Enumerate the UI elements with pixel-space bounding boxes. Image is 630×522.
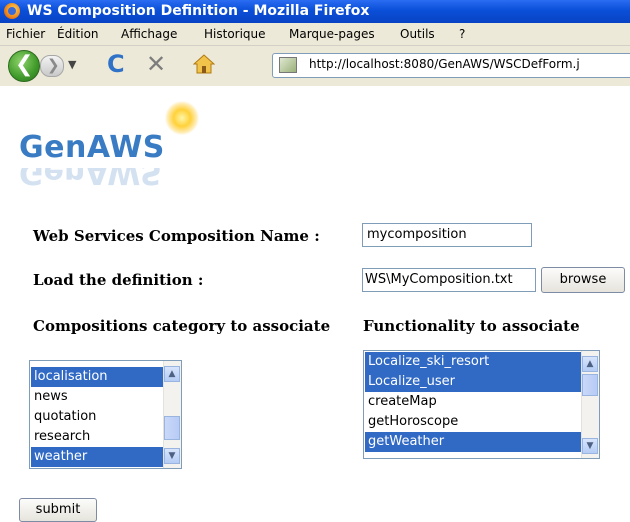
menu-fichier[interactable]: Fichier — [6, 27, 45, 41]
definition-file-input[interactable]: WS\MyComposition.txt — [362, 268, 536, 292]
load-definition-label: Load the definition : — [33, 271, 204, 289]
menu-outils[interactable]: Outils — [400, 27, 435, 41]
composition-name-input[interactable]: mycomposition — [362, 223, 532, 247]
navigation-toolbar: ❮ ❯ ▼ C ✕ http://localhost:8080/GenAWS/W… — [0, 46, 630, 86]
category-option-research[interactable]: research — [31, 427, 164, 447]
functionality-scrollbar[interactable]: ▲ ▼ — [581, 351, 599, 458]
menu-marque-pages[interactable]: Marque-pages — [289, 27, 375, 41]
scroll-down-icon[interactable]: ▼ — [582, 438, 598, 454]
stop-icon[interactable]: ✕ — [146, 50, 166, 78]
functionality-scroll-thumb[interactable] — [582, 374, 598, 396]
category-option-weather[interactable]: weather — [31, 447, 164, 467]
functionality-option-getweather[interactable]: getWeather — [365, 432, 581, 452]
functionality-option-createmap[interactable]: createMap — [365, 392, 581, 412]
sun-logo-icon — [165, 101, 199, 135]
functionality-option-gethoroscope[interactable]: getHoroscope — [365, 412, 581, 432]
menu-bar: Fichier Édition Affichage Historique Mar… — [0, 23, 630, 46]
scroll-up-icon[interactable]: ▲ — [582, 356, 598, 372]
category-option-localisation[interactable]: localisation — [31, 367, 164, 387]
forward-button[interactable]: ❯ — [40, 55, 64, 77]
url-bar[interactable]: http://localhost:8080/GenAWS/WSCDefForm.… — [272, 53, 630, 78]
page-favicon-icon — [279, 57, 297, 73]
scroll-down-icon[interactable]: ▼ — [164, 448, 180, 464]
back-button[interactable]: ❮ — [8, 50, 40, 82]
menu-help[interactable]: ? — [459, 27, 465, 41]
menu-historique[interactable]: Historique — [204, 27, 266, 41]
composition-name-label: Web Services Composition Name : — [33, 227, 320, 245]
category-scrollbar[interactable]: ▲ ▼ — [163, 361, 181, 468]
functionality-option-localize-ski-resort[interactable]: Localize_ski_resort — [365, 352, 581, 372]
reload-icon[interactable]: C — [107, 50, 125, 78]
submit-button[interactable]: submit — [19, 498, 97, 522]
url-text: http://localhost:8080/GenAWS/WSCDefForm.… — [309, 57, 580, 71]
history-dropdown-icon[interactable]: ▼ — [68, 58, 76, 71]
functionality-label: Functionality to associate — [363, 317, 580, 335]
browse-button[interactable]: browse — [541, 267, 625, 293]
firefox-icon — [4, 3, 20, 19]
logo-reflection: GenAWS — [19, 168, 162, 190]
functionality-option-localize-user[interactable]: Localize_user — [365, 372, 581, 392]
category-label: Compositions category to associate — [33, 317, 331, 335]
category-listbox[interactable]: localisation news quotation research wea… — [29, 360, 182, 469]
window-title: WS Composition Definition - Mozilla Fire… — [27, 3, 370, 19]
window-titlebar: WS Composition Definition - Mozilla Fire… — [0, 0, 630, 23]
menu-edition[interactable]: Édition — [57, 27, 99, 41]
category-option-news[interactable]: news — [31, 387, 164, 407]
back-arrow-icon: ❮ — [15, 52, 34, 77]
forward-arrow-icon: ❯ — [47, 56, 60, 74]
scroll-up-icon[interactable]: ▲ — [164, 366, 180, 382]
category-scroll-thumb[interactable] — [164, 416, 180, 440]
genaws-logo: GenAWS — [19, 130, 165, 165]
menu-affichage[interactable]: Affichage — [121, 27, 177, 41]
category-option-quotation[interactable]: quotation — [31, 407, 164, 427]
functionality-listbox[interactable]: Localize_ski_resort Localize_user create… — [363, 350, 600, 459]
home-icon[interactable] — [193, 53, 215, 75]
